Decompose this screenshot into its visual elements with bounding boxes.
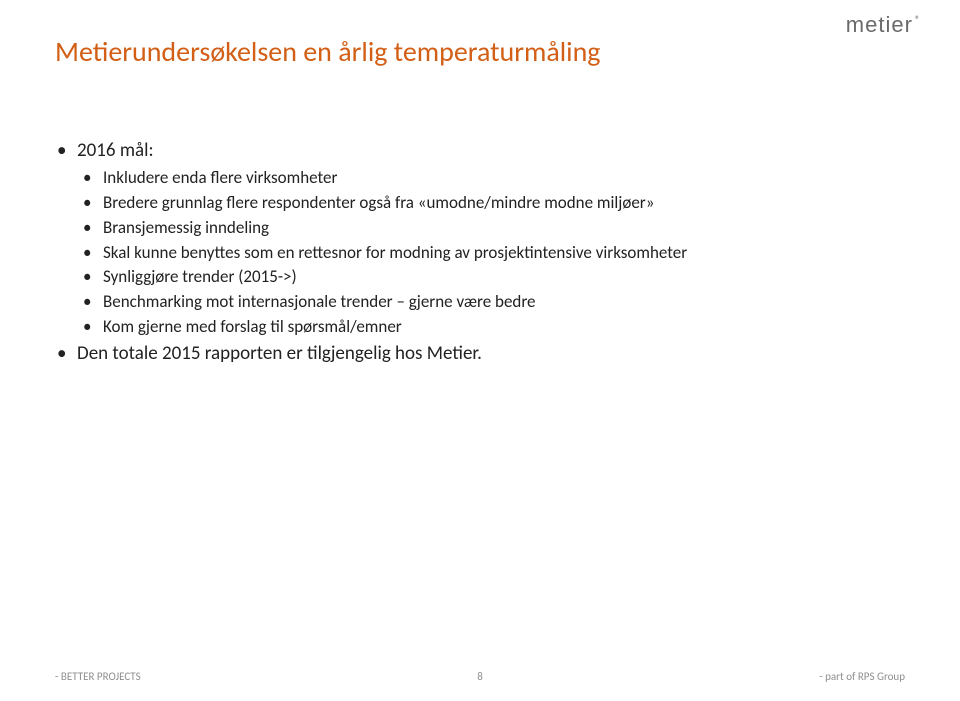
footer-right: - part of RPS Group <box>819 670 905 683</box>
list-heading: 2016 mål: <box>77 139 154 162</box>
footer-left: - BETTER PROJECTS <box>55 670 141 683</box>
list-item: Benchmarking mot internasjonale trender … <box>77 291 905 313</box>
list-item: Bredere grunnlag flere respondenter også… <box>77 192 905 214</box>
list-item: Kom gjerne med forslag til spørsmål/emne… <box>77 316 905 338</box>
page-number: 8 <box>477 670 483 683</box>
list-item: Den totale 2015 rapporten er tilgjengeli… <box>55 342 905 366</box>
list-item: Skal kunne benyttes som en rettesnor for… <box>77 242 905 264</box>
list-item: Synliggjøre trender (2015->) <box>77 266 905 288</box>
page-title: Metierundersøkelsen en årlig temperaturm… <box>55 34 905 69</box>
list-item: Bransjemessig inndeling <box>77 217 905 239</box>
brand-registered: ® <box>915 13 920 26</box>
footer: - BETTER PROJECTS 8 - part of RPS Group <box>0 670 960 683</box>
list-item: 2016 mål: Inkludere enda flere virksomhe… <box>55 139 905 338</box>
brand-name: metier <box>846 12 913 38</box>
brand-logo: metier ® <box>846 12 920 38</box>
list-item: Inkludere enda flere virksomheter <box>77 167 905 189</box>
content-area: 2016 mål: Inkludere enda flere virksomhe… <box>55 139 905 366</box>
slide: metier ® Metierundersøkelsen en årlig te… <box>0 0 960 701</box>
